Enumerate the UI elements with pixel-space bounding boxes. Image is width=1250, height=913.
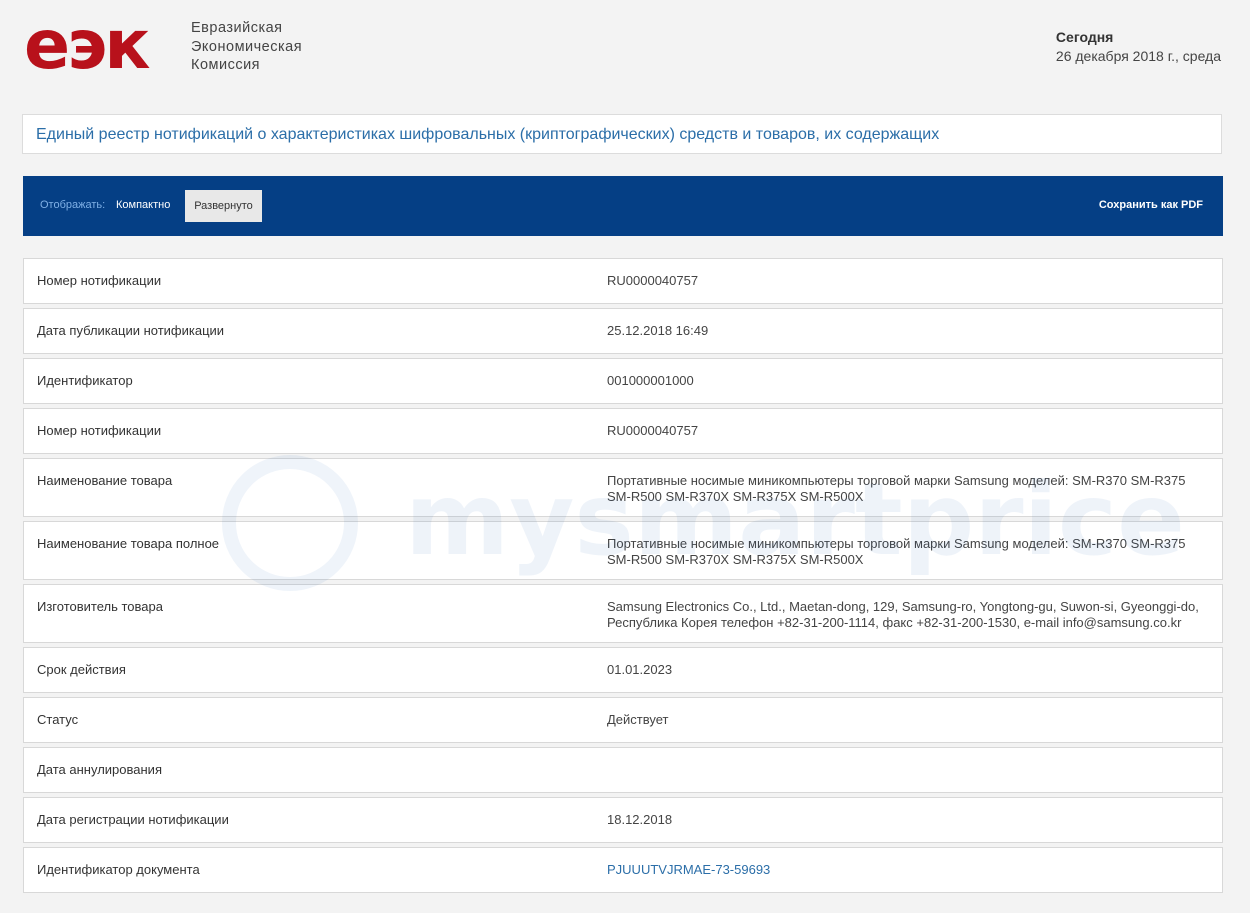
detail-value: 18.12.2018: [607, 812, 673, 827]
eec-logo[interactable]: еэк: [24, 8, 151, 84]
detail-row: Дата регистрации нотификации 18.12.2018: [23, 797, 1223, 843]
today-label: Сегодня: [1055, 29, 1114, 45]
detail-label: Дата регистрации нотификации: [37, 812, 229, 827]
logo-text-line: Экономическая: [191, 38, 303, 55]
detail-value: Samsung Electronics Co., Ltd., Maetan-do…: [607, 599, 1199, 630]
detail-label: Идентификатор: [37, 373, 133, 388]
registry-title[interactable]: Единый реестр нотификаций о характеристи…: [22, 114, 1222, 154]
detail-label: Изготовитель товара: [37, 599, 163, 614]
compact-view-button[interactable]: Компактно: [116, 199, 170, 211]
detail-label: Срок действия: [37, 662, 126, 677]
eec-logo-text: Евразийская Экономическая Комиссия: [191, 19, 302, 75]
detail-label: Наименование товара: [37, 473, 173, 488]
detail-label: Номер нотификации: [37, 273, 162, 288]
detail-value: 25.12.2018 16:49: [607, 323, 709, 338]
detail-label: Идентификатор документа: [37, 862, 200, 877]
detail-value: Портативные носимые миникомпьютеры торго…: [607, 536, 1186, 567]
detail-value: RU0000040757: [607, 273, 699, 288]
detail-row: Наименование товара полное Портативные н…: [23, 521, 1223, 580]
detail-row: Статус Действует: [23, 697, 1223, 743]
detail-value: 01.01.2023: [607, 662, 673, 677]
detail-row: Идентификатор документа PJUUUTVJRMAE-73-…: [23, 847, 1223, 893]
detail-row: Дата аннулирования: [23, 747, 1223, 793]
logo-text-line: Комиссия: [191, 57, 261, 73]
detail-value: Действует: [607, 712, 669, 727]
logo-text-line: Евразийская: [191, 20, 283, 36]
detail-row: Номер нотификации RU0000040757: [23, 408, 1223, 454]
detail-value: Портативные носимые миникомпьютеры торго…: [607, 473, 1186, 504]
detail-label: Наименование товара полное: [37, 536, 220, 551]
detail-row: Наименование товара Портативные носимые …: [23, 458, 1223, 517]
document-id-link[interactable]: PJUUUTVJRMAE-73-59693: [607, 862, 1207, 878]
detail-row: Срок действия 01.01.2023: [23, 647, 1223, 693]
detail-row: Номер нотификации RU0000040757: [23, 258, 1223, 304]
detail-label: Дата аннулирования: [37, 762, 162, 777]
today-date: 26 декабря 2018 г., среда: [1055, 48, 1221, 64]
detail-label: Дата публикации нотификации: [37, 323, 225, 338]
expanded-view-button[interactable]: Развернуто: [185, 190, 262, 222]
detail-label: Номер нотификации: [37, 423, 162, 438]
detail-row: Изготовитель товара Samsung Electronics …: [23, 584, 1223, 643]
detail-label: Статус: [37, 712, 79, 727]
today-block: Сегодня 26 декабря 2018 г., среда: [1056, 29, 1221, 66]
detail-row: Дата публикации нотификации 25.12.2018 1…: [23, 308, 1223, 354]
save-pdf-button[interactable]: Сохранить как PDF: [1099, 199, 1203, 211]
view-toolbar: Отображать: Компактно Развернуто Сохрани…: [23, 176, 1223, 236]
header: еэк Евразийская Экономическая Комиссия С…: [0, 0, 1250, 100]
detail-value: RU0000040757: [607, 423, 699, 438]
detail-value: 001000001000: [607, 373, 694, 388]
detail-row: Идентификатор 001000001000: [23, 358, 1223, 404]
display-mode-label: Отображать:: [40, 199, 106, 211]
